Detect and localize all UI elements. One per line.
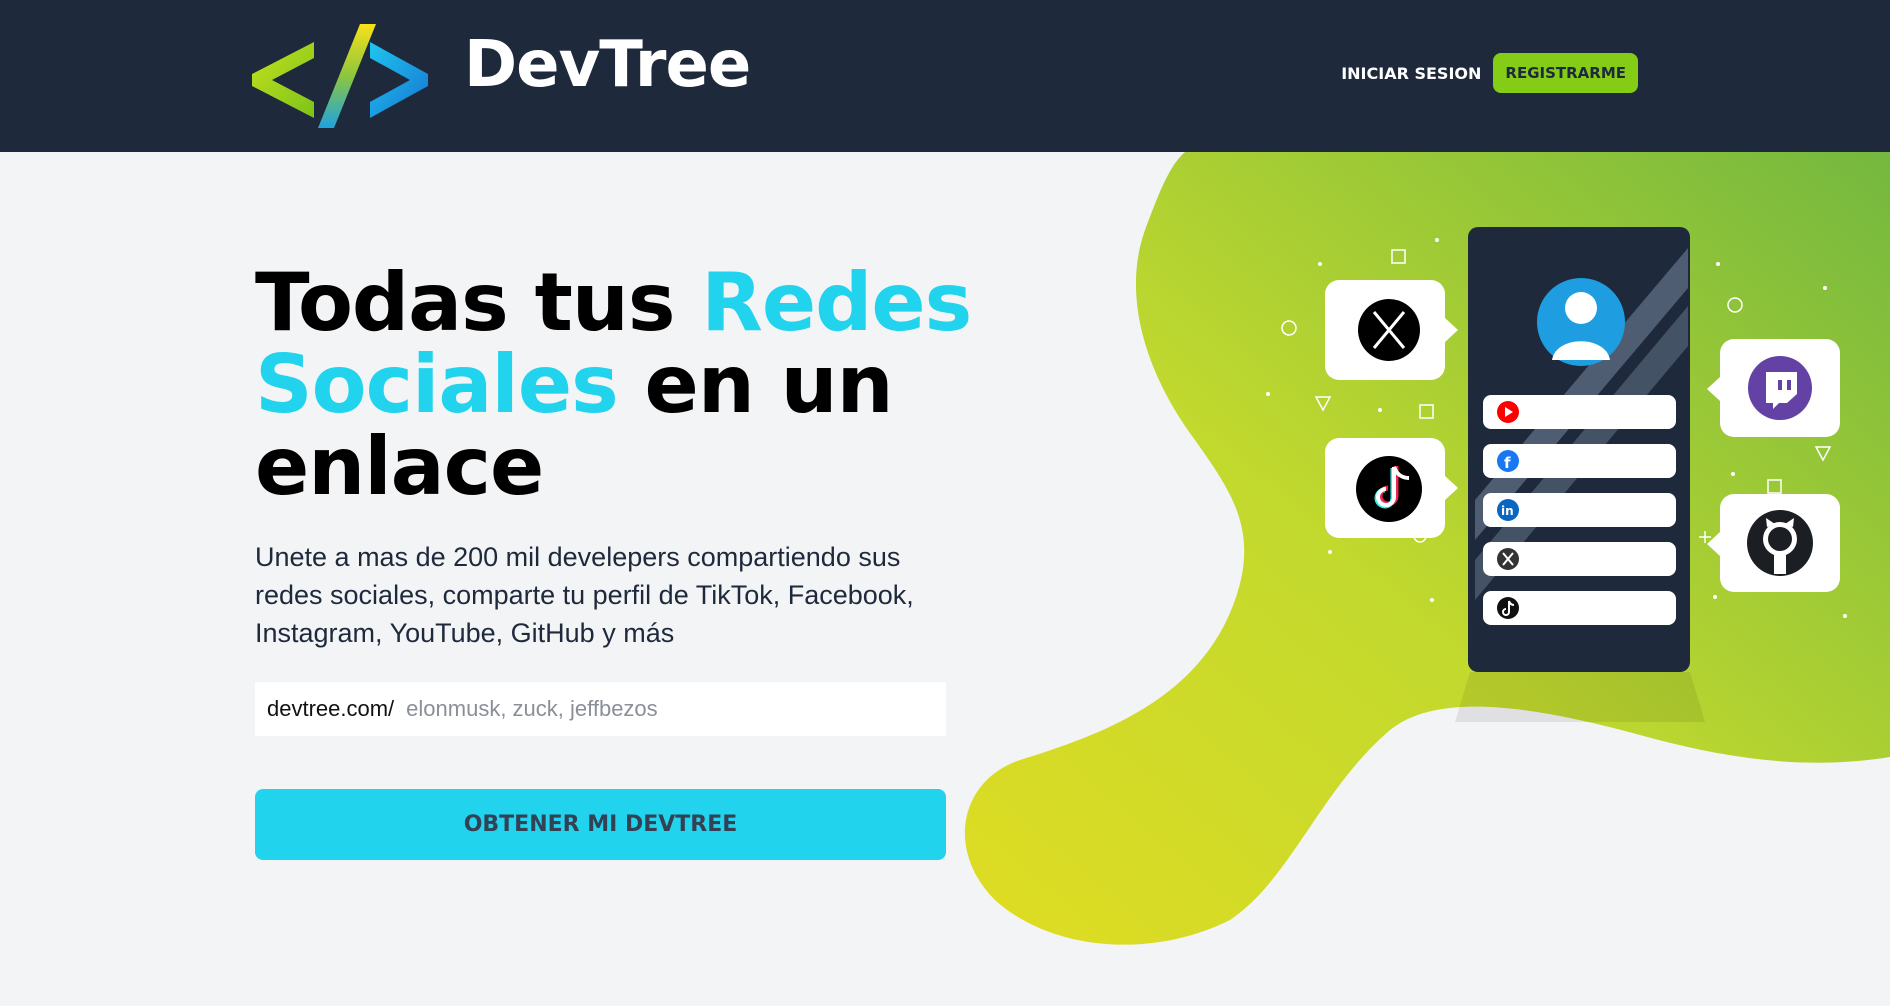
username-input[interactable] [406,696,907,722]
login-link[interactable]: INICIAR SESION [1341,58,1481,89]
phone-link-linkedin: in [1483,493,1676,527]
logo[interactable]: DevTree [252,22,751,132]
bubble-twitch [1707,339,1840,437]
svg-text:in: in [1501,504,1514,518]
url-prefix: devtree.com/ [267,696,395,721]
code-brackets-icon [252,24,428,128]
hero-subtitle: Unete a mas de 200 mil develepers compar… [255,542,914,648]
bubble-tiktok [1325,438,1458,538]
phone-link-tiktok [1483,591,1676,625]
nav: INICIAR SESION REGISTRARME [1341,53,1638,93]
phone-link-facebook: f [1483,444,1676,478]
phone-shadow [1455,672,1705,722]
top-bar: DevTree INICIAR SESION REGISTRARME [0,0,1890,152]
bubble-github [1707,494,1840,592]
username-field[interactable]: devtree.com/ [255,682,946,736]
svg-text:f: f [1504,454,1511,472]
headline-part1: Todas tus [255,256,702,349]
hero-headline: Todas tus Redes Sociales en un enlace [255,262,975,508]
phone-link-youtube [1483,395,1676,429]
get-devtree-button[interactable]: OBTENER MI DEVTREE [255,789,946,860]
tiktok-logo-icon [1356,456,1422,522]
register-button[interactable]: REGISTRARME [1493,53,1638,93]
brand-name: DevTree [464,28,751,102]
phone-link-x [1483,542,1676,576]
bubble-x [1325,280,1458,380]
